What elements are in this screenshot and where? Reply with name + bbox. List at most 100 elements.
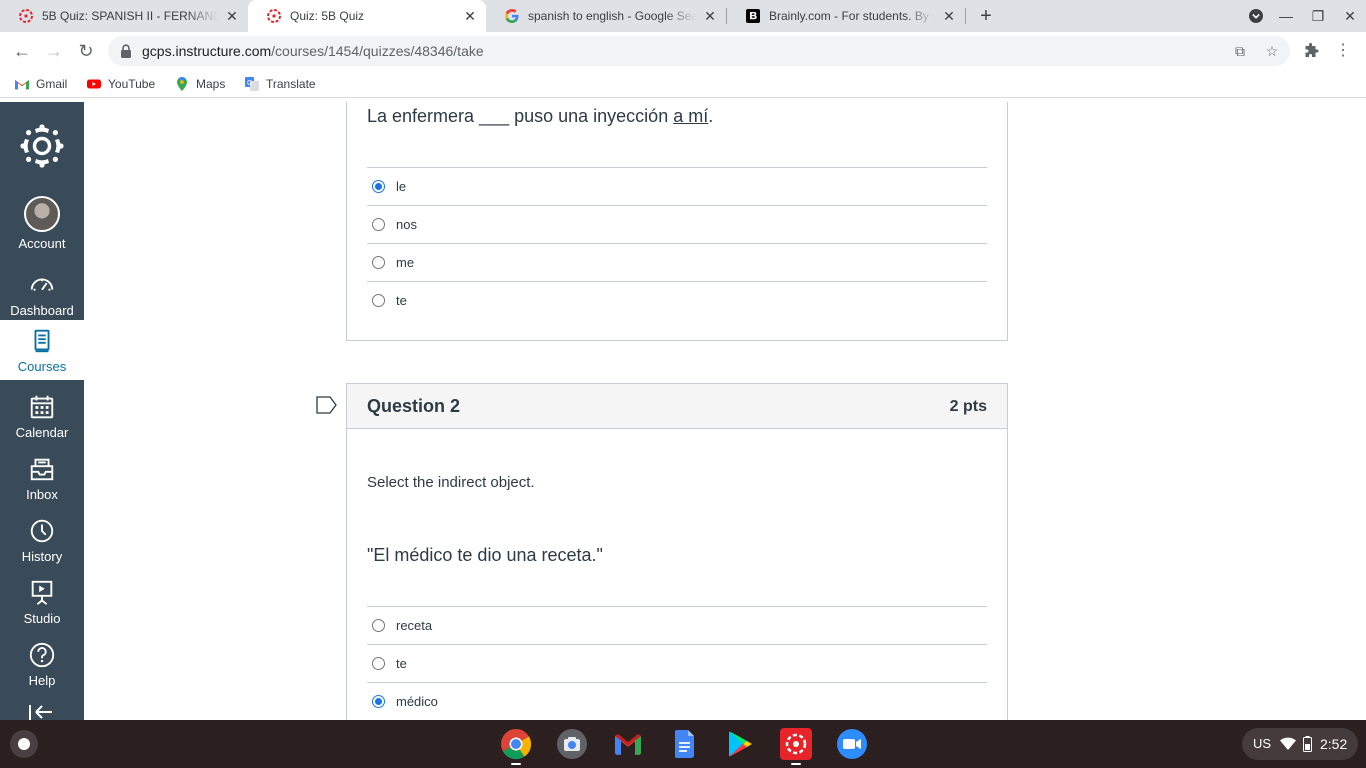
question-title: Question 2 (367, 396, 461, 416)
reload-button[interactable]: ↻ (73, 38, 99, 64)
sidebar-item-label: Calendar (15, 425, 69, 440)
sidebar-item-label: Studio (23, 611, 61, 626)
maps-icon (177, 77, 187, 91)
collapse-nav-icon[interactable] (28, 702, 56, 720)
minimize-button[interactable]: — (1276, 6, 1296, 26)
answer-nos[interactable]: nos (367, 205, 987, 243)
sidebar-item-inbox[interactable]: Inbox (0, 448, 84, 508)
star-icon[interactable]: ☆ (1264, 43, 1280, 59)
docs-icon[interactable] (668, 728, 700, 760)
answer-label: te (396, 656, 407, 671)
launcher-button[interactable] (10, 730, 38, 758)
answer-medico[interactable]: médico (367, 682, 987, 720)
sidebar-item-label: History (21, 549, 63, 564)
close-icon[interactable]: ✕ (224, 8, 240, 24)
answer-label: receta (396, 618, 433, 633)
tab-brainly[interactable]: Brainly.com - For students. By students.… (727, 0, 965, 32)
extensions-icon[interactable] (1303, 43, 1319, 59)
answer-label: nos (396, 217, 417, 232)
address-bar[interactable]: gcps.instructure.com/courses/1454/quizze… (108, 36, 1290, 66)
battery-icon (1303, 736, 1312, 752)
camera-icon[interactable] (556, 728, 588, 760)
forward-button[interactable]: → (41, 38, 67, 64)
answer-te[interactable]: te (367, 644, 987, 682)
svg-text:G: G (247, 80, 252, 87)
status-tray[interactable]: US 2:52 (1242, 728, 1358, 760)
tab-spanish-quiz[interactable]: 5B Quiz: SPANISH II - FERNANDEZ ✕ (0, 0, 248, 32)
answer-label: médico (396, 694, 438, 709)
question-2-answers: receta te médico (367, 606, 987, 720)
tab-search-button[interactable] (1246, 6, 1266, 26)
courses-icon (27, 326, 57, 356)
radio-button[interactable] (372, 294, 385, 307)
canvas-logo-icon[interactable] (20, 124, 64, 168)
tab-separator (965, 8, 966, 24)
radio-button[interactable] (372, 218, 385, 231)
sidebar-item-help[interactable]: Help (0, 634, 84, 694)
radio-button[interactable] (372, 619, 385, 632)
canvas-app-icon[interactable] (780, 728, 812, 760)
browser-toolbar: ← → ↻ gcps.instructure.com/courses/1454/… (0, 32, 1366, 70)
radio-button[interactable] (372, 657, 385, 670)
radio-button[interactable] (372, 180, 385, 193)
tab-title: spanish to english - Google Search (528, 9, 696, 23)
wifi-icon (1280, 737, 1296, 750)
sidebar-item-label: Account (18, 236, 66, 251)
chrome-icon[interactable] (500, 728, 532, 760)
url-text: gcps.instructure.com/courses/1454/quizze… (142, 43, 484, 59)
running-indicator (791, 763, 801, 765)
gmail-icon[interactable] (612, 728, 644, 760)
bookmark-label: Translate (266, 77, 316, 91)
running-indicator (511, 763, 521, 765)
bookmark-translate[interactable]: G Translate (244, 76, 316, 92)
url-path: /courses/1454/quizzes/48346/take (271, 43, 484, 59)
tab-title: Brainly.com - For students. By students. (769, 9, 935, 23)
bookmark-maps[interactable]: Maps (174, 76, 225, 92)
new-tab-button[interactable]: + (976, 6, 996, 26)
restore-button[interactable]: ❐ (1308, 6, 1328, 26)
answer-le[interactable]: le (367, 167, 987, 205)
close-window-button[interactable]: ✕ (1340, 6, 1360, 26)
radio-button[interactable] (372, 256, 385, 269)
back-button[interactable]: ← (9, 38, 35, 64)
menu-icon[interactable]: ⋮ (1335, 43, 1351, 59)
youtube-icon (87, 79, 101, 89)
chevron-down-icon (1249, 9, 1263, 23)
question-2-instruction: Select the indirect object. (367, 474, 535, 491)
question-points: 2 pts (949, 398, 987, 415)
sidebar-item-studio[interactable]: Studio (0, 572, 84, 632)
question-1-prompt: La enfermera ___ puso una inyección a mí… (367, 106, 713, 127)
zoom-icon[interactable] (836, 728, 868, 760)
answer-me[interactable]: me (367, 243, 987, 281)
lock-icon (121, 44, 131, 58)
sidebar-item-history[interactable]: History (0, 510, 84, 570)
sidebar-item-account[interactable]: Account (0, 196, 84, 260)
tab-title: Quiz: 5B Quiz (290, 9, 365, 23)
close-icon[interactable]: ✕ (941, 8, 957, 24)
sidebar-item-label: Dashboard (10, 303, 74, 318)
tab-google-search[interactable]: spanish to english - Google Search ✕ (486, 0, 726, 32)
brainly-icon (746, 9, 760, 23)
question-2-prompt: "El médico te dio una receta." (367, 545, 603, 565)
translate-icon: G (245, 77, 259, 91)
sidebar-item-calendar[interactable]: Calendar (0, 386, 84, 446)
play-store-icon[interactable] (724, 728, 756, 760)
tab-quiz-5b[interactable]: Quiz: 5B Quiz ✕ (248, 0, 486, 32)
flag-question-icon[interactable] (316, 396, 338, 414)
answer-te[interactable]: te (367, 281, 987, 319)
canvas-icon (785, 733, 807, 755)
answer-receta[interactable]: receta (367, 606, 987, 644)
close-icon[interactable]: ✕ (702, 8, 718, 24)
close-icon[interactable]: ✕ (462, 8, 478, 24)
radio-button[interactable] (372, 695, 385, 708)
bookmark-gmail[interactable]: Gmail (14, 76, 67, 92)
question-1-answers: le nos me te (367, 167, 987, 319)
canvas-icon (19, 9, 33, 23)
bookmark-label: YouTube (108, 77, 156, 91)
sidebar-item-dashboard[interactable]: Dashboard (0, 264, 84, 324)
answer-label: te (396, 293, 407, 308)
sidebar-item-courses[interactable]: Courses (0, 320, 84, 380)
answer-label: me (396, 255, 415, 270)
open-in-app-icon[interactable]: ⧉ (1232, 43, 1248, 59)
bookmark-youtube[interactable]: YouTube (86, 76, 155, 92)
